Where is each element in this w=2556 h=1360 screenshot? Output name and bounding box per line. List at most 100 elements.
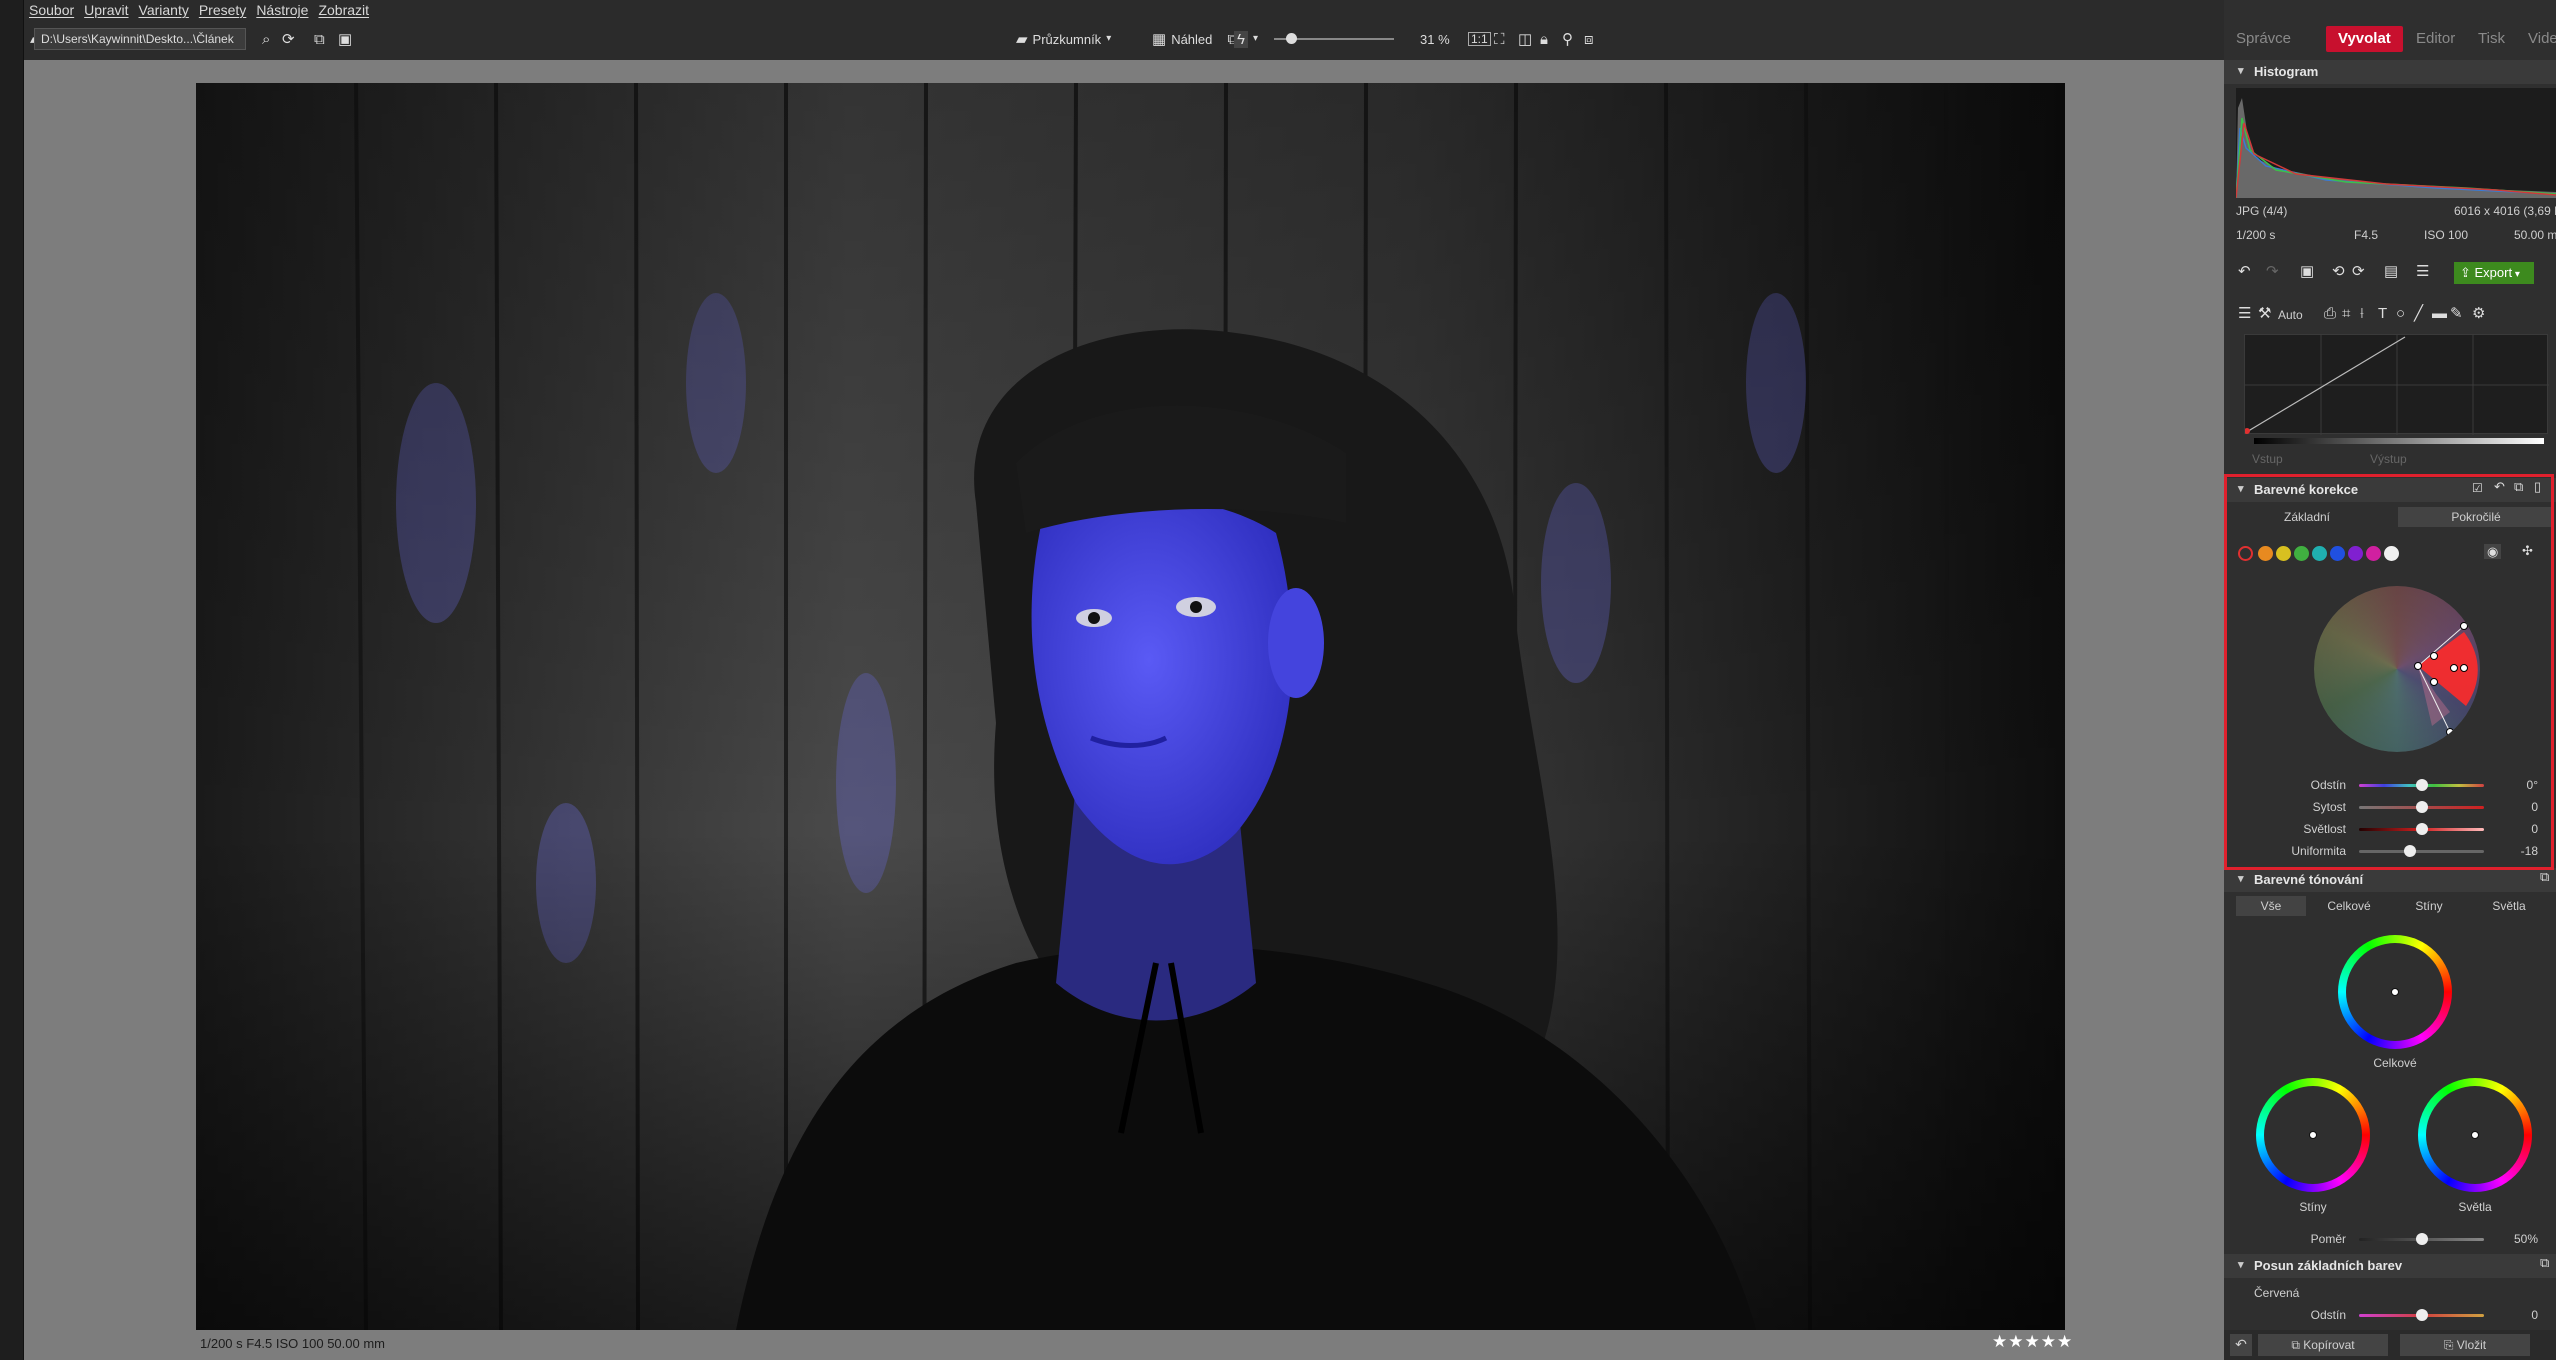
- menu-tools[interactable]: Nástroje: [251, 2, 313, 18]
- highlight-frame: [2224, 474, 2554, 870]
- tool-row: ☰ ⚒ Auto ⎙ ⌗ ⟊ T ○ ╱ ▬ ✎ ⚙: [2236, 306, 2556, 326]
- toning-wheel-overall-handle[interactable]: [2391, 988, 2399, 996]
- tab-editor[interactable]: Editor: [2404, 26, 2467, 52]
- lock-icon[interactable]: 🔒︎: [1540, 28, 1548, 50]
- loupe-icon[interactable]: ⚲: [1562, 28, 1573, 50]
- slider-ratio[interactable]: Poměr 50%: [2224, 1229, 2556, 1249]
- toning-shadows-label: Stíny: [2299, 1200, 2327, 1214]
- open-folder-icon[interactable]: ▣: [338, 28, 352, 50]
- curves-graph[interactable]: [2244, 334, 2549, 435]
- module-tabs: Správce Vyvolat Editor Tisk Vide: [2224, 22, 2556, 56]
- toning-tab-overall[interactable]: Celkové: [2314, 896, 2384, 916]
- wand-icon[interactable]: ⚒: [2258, 306, 2271, 321]
- zoom-slider-knob[interactable]: [1286, 33, 1297, 44]
- adjustments-icon[interactable]: ☰: [2238, 306, 2251, 321]
- save-icon[interactable]: ▤: [2384, 264, 2398, 279]
- slider-base-hue[interactable]: Odstín 0: [2224, 1305, 2556, 1325]
- fit-screen-icon[interactable]: ⛶: [1494, 28, 1505, 50]
- menu-variants[interactable]: Varianty: [134, 2, 194, 18]
- import-icon[interactable]: ⧉: [314, 28, 325, 50]
- search-icon[interactable]: ⌕: [262, 28, 270, 50]
- copy-button[interactable]: ⧉ Kopírovat: [2258, 1334, 2388, 1356]
- menu-view[interactable]: Zobrazit: [313, 2, 374, 18]
- browser-button[interactable]: ▰ Průzkumník ▾: [1016, 28, 1111, 50]
- text-icon[interactable]: T: [2378, 306, 2387, 321]
- slider-base-hue-knob[interactable]: [2416, 1309, 2428, 1321]
- copy-settings-icon[interactable]: ⧉: [2540, 1256, 2549, 1269]
- export-icon: ⇪: [2460, 265, 2475, 280]
- toning-wheel-highlights[interactable]: [2418, 1078, 2532, 1192]
- back-icon[interactable]: ↶: [2230, 1334, 2252, 1356]
- rotate-left-icon[interactable]: ⟲: [2332, 264, 2345, 279]
- flash-button[interactable]: ϟ ▾: [1234, 28, 1258, 50]
- export-button[interactable]: ⇪ Export ▾: [2454, 262, 2534, 284]
- preview-button[interactable]: ▦ Náhled ⧉: [1152, 28, 1238, 50]
- portrait-photo: [196, 83, 2065, 1330]
- auto-button[interactable]: Auto: [2278, 308, 2303, 322]
- camera-icon[interactable]: ⎙: [2324, 306, 2336, 321]
- preview-icon: ▦: [1152, 30, 1167, 48]
- path-field[interactable]: D:\Users\Kaywinnit\Deskto...\Článek: [34, 28, 246, 50]
- copy-settings-icon[interactable]: ⧉: [2540, 870, 2549, 883]
- browser-folder-icon: ▰: [1016, 30, 1028, 48]
- left-edge-strip: [0, 0, 24, 1360]
- zoom-slider[interactable]: [1274, 28, 1394, 50]
- slider-ratio-knob[interactable]: [2415, 1233, 2428, 1245]
- toning-tab-shadows[interactable]: Stíny: [2394, 896, 2464, 916]
- fit-1-1-icon[interactable]: 1:1: [1468, 28, 1491, 50]
- copy-icon: ⧉: [2291, 1338, 2304, 1352]
- histogram-graph: [2235, 88, 2556, 199]
- menu-edit[interactable]: Upravit: [79, 2, 133, 18]
- menu-presets[interactable]: Presety: [194, 2, 251, 18]
- photo-preview[interactable]: [196, 83, 2065, 1330]
- histogram-header[interactable]: Histogram: [2224, 60, 2556, 84]
- curves-output-label: Výstup: [2370, 452, 2407, 466]
- toning-highlights-label: Světla: [2458, 1200, 2492, 1214]
- exif-aperture: F4.5: [2354, 228, 2379, 242]
- curve-line: [2244, 335, 2549, 435]
- browser-label: Průzkumník: [1032, 31, 1102, 47]
- rotate-right-icon[interactable]: ⟳: [2352, 264, 2365, 279]
- curves-gradient-bar: [2254, 438, 2544, 444]
- color-toning-header[interactable]: Barevné tónování: [2224, 868, 2556, 892]
- toning-tab-all[interactable]: Vše: [2236, 896, 2306, 916]
- brush-icon[interactable]: ╱: [2414, 306, 2423, 321]
- circle-icon[interactable]: ○: [2396, 306, 2405, 321]
- paste-button[interactable]: ⎘ Vložit: [2400, 1334, 2530, 1356]
- compare-icon[interactable]: ◫: [1518, 28, 1532, 50]
- gear-icon[interactable]: ⚙: [2472, 306, 2485, 321]
- toning-wheel-shadows-handle[interactable]: [2309, 1131, 2317, 1139]
- histogram-title: Histogram: [2254, 64, 2319, 79]
- menu-file[interactable]: Soubor: [24, 2, 79, 18]
- undo-icon[interactable]: ↶: [2238, 264, 2251, 279]
- export-label: Export: [2474, 265, 2513, 280]
- settings-list-icon[interactable]: ☰: [2416, 264, 2429, 279]
- perspective-icon[interactable]: ⟊: [2360, 306, 2364, 321]
- tab-print[interactable]: Tisk: [2466, 26, 2517, 52]
- retouch-icon[interactable]: ✎: [2450, 306, 2463, 321]
- copy-label: Kopírovat: [2303, 1338, 2355, 1352]
- refresh-icon[interactable]: ⟳: [282, 28, 295, 50]
- image-icon[interactable]: ▣: [2300, 264, 2314, 279]
- slider-base-hue-label: Odstín: [2310, 1308, 2346, 1322]
- gradient-icon[interactable]: ▬: [2432, 306, 2447, 321]
- exif-focal: 50.00 m: [2514, 228, 2556, 242]
- toning-wheel-overall[interactable]: [2338, 935, 2452, 1049]
- menu-bar: Soubor Upravit Varianty Presety Nástroje…: [24, 0, 2556, 20]
- toning-wheel-highlights-handle[interactable]: [2471, 1131, 2479, 1139]
- toning-tab-highlights[interactable]: Světla: [2474, 896, 2544, 916]
- overlay-icon[interactable]: ⧈: [1584, 28, 1594, 50]
- base-colors-header[interactable]: Posun základních barev: [2224, 1254, 2556, 1278]
- flash-icon: ϟ: [1234, 30, 1248, 48]
- slider-base-hue-value: 0: [2531, 1308, 2538, 1322]
- toning-wheel-shadows[interactable]: [2256, 1078, 2370, 1192]
- redo-icon[interactable]: ↷: [2266, 264, 2279, 279]
- base-colors-title: Posun základních barev: [2254, 1258, 2403, 1273]
- tab-video[interactable]: Vide: [2516, 26, 2556, 52]
- preview-label: Náhled: [1171, 31, 1213, 47]
- rating-stars[interactable]: ★★★★★: [1992, 1332, 2073, 1352]
- crop-icon[interactable]: ⌗: [2342, 306, 2350, 321]
- tab-manager[interactable]: Správce: [2224, 26, 2303, 52]
- tab-develop[interactable]: Vyvolat: [2326, 26, 2403, 52]
- exif-info: 1/200 s F4.5 ISO 100 50.00 mm: [200, 1336, 385, 1351]
